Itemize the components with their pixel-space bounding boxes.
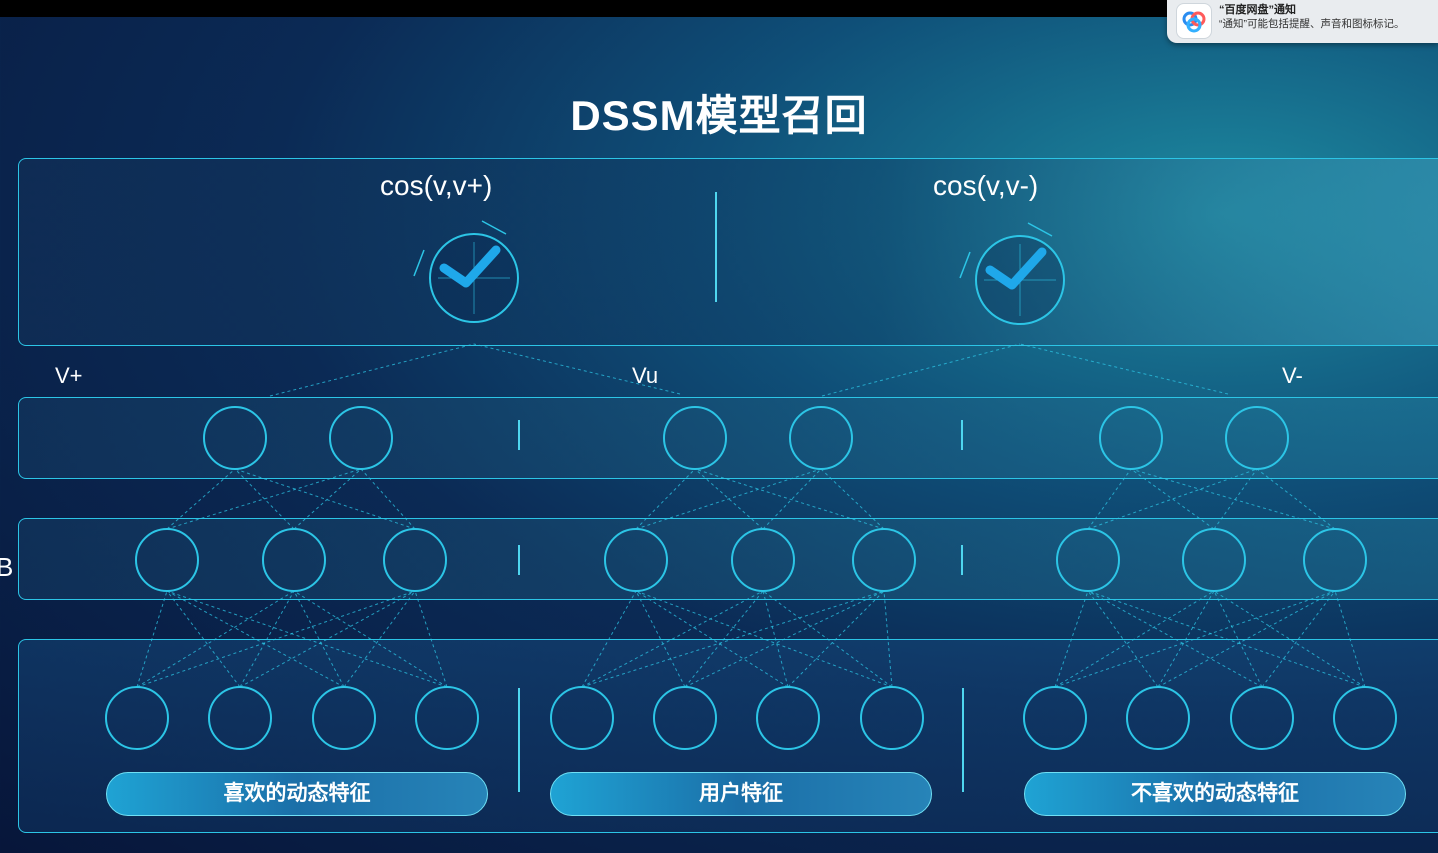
connection: [883, 590, 893, 688]
network-diagram: [105, 220, 1397, 750]
arrow-icon: [1027, 222, 1053, 237]
connection: [684, 590, 764, 688]
node: [653, 686, 717, 750]
connection: [635, 468, 822, 530]
connection: [166, 468, 236, 530]
connection: [635, 590, 789, 688]
node: [203, 406, 267, 470]
node: [789, 406, 853, 470]
connection: [581, 590, 885, 688]
connection: [1130, 468, 1215, 530]
input-label-user: 用户特征: [550, 772, 932, 816]
node: [105, 686, 169, 750]
connection: [1157, 590, 1336, 688]
connection: [1087, 590, 1159, 688]
input-label-disliked: 不喜欢的动态特征: [1024, 772, 1406, 816]
node: [208, 686, 272, 750]
arrow-icon: [481, 220, 507, 235]
node: [852, 528, 916, 592]
connection: [635, 590, 686, 688]
node: [604, 528, 668, 592]
connection: [1334, 590, 1366, 688]
connection: [635, 468, 696, 530]
connection: [1019, 343, 1229, 395]
connection: [1256, 468, 1336, 530]
connection: [821, 343, 1021, 397]
input-label-liked: 喜欢的动态特征: [106, 772, 488, 816]
connection: [820, 468, 885, 530]
arrow-icon: [413, 249, 425, 277]
connection: [234, 468, 416, 530]
node: [663, 406, 727, 470]
node: [1023, 686, 1087, 750]
connection: [1157, 590, 1215, 688]
connection: [1130, 468, 1336, 530]
node: [1099, 406, 1163, 470]
connection: [293, 468, 362, 530]
connection: [343, 590, 416, 688]
connection: [1054, 590, 1336, 688]
connection: [166, 590, 345, 688]
connection: [234, 468, 295, 530]
connection: [166, 590, 448, 688]
connection: [239, 590, 416, 688]
connection: [1213, 590, 1366, 688]
connection: [787, 590, 885, 688]
connection: [473, 343, 681, 395]
node: [262, 528, 326, 592]
connection: [136, 590, 295, 688]
connection: [136, 590, 168, 688]
node: [1225, 406, 1289, 470]
node: [135, 528, 199, 592]
node: [383, 528, 447, 592]
arrow-icon: [959, 251, 971, 279]
connection: [1087, 468, 1258, 530]
connection: [694, 468, 885, 530]
node: [860, 686, 924, 750]
node: [329, 406, 393, 470]
connection: [1054, 590, 1089, 688]
connection: [762, 590, 893, 688]
node: [1303, 528, 1367, 592]
connection: [360, 468, 416, 530]
connection: [1087, 468, 1132, 530]
node: [1126, 686, 1190, 750]
node: [756, 686, 820, 750]
connection: [1213, 468, 1258, 530]
connection: [269, 343, 475, 397]
node: [731, 528, 795, 592]
node: [415, 686, 479, 750]
node: [550, 686, 614, 750]
node: [1056, 528, 1120, 592]
connection: [414, 590, 448, 688]
node: [312, 686, 376, 750]
connection: [293, 590, 345, 688]
node: [1333, 686, 1397, 750]
connection: [136, 590, 416, 688]
node: [1182, 528, 1246, 592]
connection: [1213, 590, 1263, 688]
connection: [1054, 590, 1215, 688]
node: [1230, 686, 1294, 750]
